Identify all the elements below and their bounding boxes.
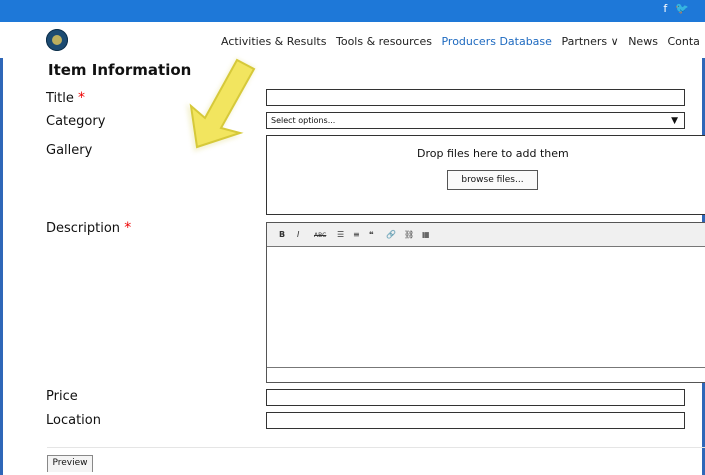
menu-activities-results[interactable]: Activities & Results: [221, 35, 326, 48]
required-marker: *: [78, 90, 86, 106]
title-input[interactable]: [266, 89, 685, 106]
item-information-title: Item Information: [48, 61, 192, 79]
gallery-label: Gallery: [46, 143, 93, 158]
annotation-arrow-icon: [186, 58, 256, 152]
main-menu: Activities & Results Tools & resources P…: [221, 35, 705, 48]
bold-icon[interactable]: B: [279, 230, 285, 239]
quote-icon[interactable]: ❝: [369, 230, 374, 239]
editor-statusbar: [267, 367, 705, 382]
price-input[interactable]: [266, 389, 685, 406]
italic-icon[interactable]: I: [297, 230, 299, 239]
menu-news[interactable]: News: [628, 35, 658, 48]
location-input[interactable]: [266, 412, 685, 429]
read-more-icon[interactable]: ▦: [422, 230, 430, 239]
description-textarea[interactable]: [267, 247, 705, 369]
link-icon[interactable]: 🔗: [386, 230, 396, 239]
description-editor[interactable]: B I ABC ☰ ≡ ❝ 🔗 ⛓ ▦: [266, 222, 705, 383]
required-marker: *: [124, 220, 132, 236]
social-links: f🐦: [663, 2, 697, 15]
unlink-icon[interactable]: ⛓: [404, 230, 414, 239]
menu-tools-resources[interactable]: Tools & resources: [336, 35, 432, 48]
preview-button[interactable]: Preview: [47, 455, 93, 472]
description-label: Description *: [46, 220, 132, 236]
strikethrough-icon[interactable]: ABC: [314, 232, 326, 239]
editor-toolbar: B I ABC ☰ ≡ ❝ 🔗 ⛓ ▦: [267, 223, 705, 247]
twitter-icon[interactable]: 🐦: [675, 2, 697, 15]
browse-files-button[interactable]: browse files...: [447, 170, 538, 190]
category-label: Category: [46, 114, 106, 129]
location-label: Location: [46, 413, 101, 428]
top-bar: f🐦: [0, 0, 705, 22]
site-logo[interactable]: [46, 29, 68, 51]
category-select[interactable]: Select options... ▼: [266, 112, 685, 129]
price-label: Price: [46, 389, 78, 404]
bullet-list-icon[interactable]: ☰: [337, 230, 344, 239]
dropdown-arrow-icon: ▼: [671, 116, 678, 126]
facebook-icon[interactable]: f: [663, 2, 675, 15]
dropzone-text: Drop files here to add them: [417, 147, 569, 160]
numbered-list-icon[interactable]: ≡: [353, 230, 360, 239]
title-label: Title *: [46, 90, 86, 106]
menu-producers-database[interactable]: Producers Database: [441, 35, 551, 48]
gallery-dropzone[interactable]: Drop files here to add them browse files…: [266, 135, 705, 215]
menu-partners[interactable]: Partners ∨: [561, 35, 618, 48]
form-divider: [47, 447, 705, 448]
menu-contact-truncated[interactable]: Conta: [667, 35, 699, 48]
